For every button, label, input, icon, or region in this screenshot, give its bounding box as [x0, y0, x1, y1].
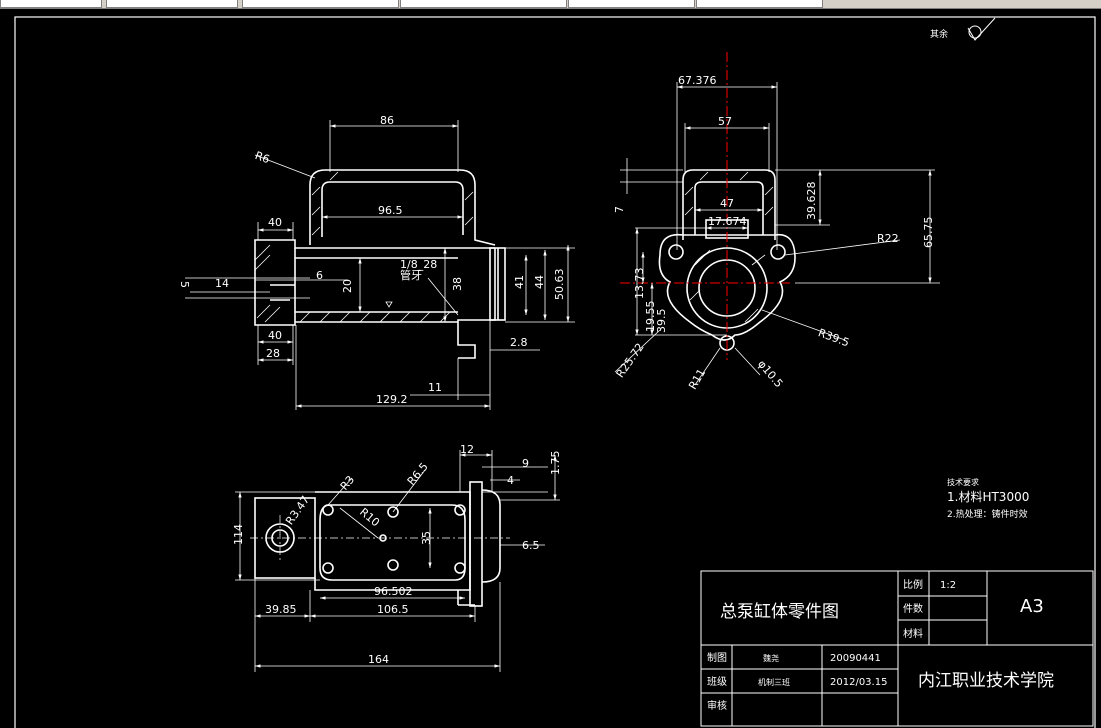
front-dimlines — [185, 120, 575, 410]
drawing-name: 总泵缸体零件图 — [720, 601, 839, 622]
dim-114: 114 — [232, 524, 245, 545]
roughness-note: 其余 — [930, 28, 948, 40]
dim-r39-5: R39.5 — [816, 326, 851, 349]
dim-39-85: 39.85 — [265, 603, 297, 616]
dim-5: 5 — [178, 281, 191, 288]
dim-96-5: 96.5 — [378, 204, 403, 217]
drafter-name: 魏尧 — [763, 653, 779, 663]
dim-14: 14 — [215, 277, 229, 290]
class-name: 机制三班 — [758, 677, 790, 687]
drafter-label: 制图 — [707, 651, 727, 664]
dim-9: 9 — [522, 457, 529, 470]
dim-47: 47 — [720, 197, 734, 210]
scale-label: 比例 — [903, 578, 923, 591]
dim-40b: 40 — [268, 329, 282, 342]
dim-r3: R3 — [338, 473, 357, 493]
material-label: 材料 — [903, 627, 923, 640]
dim-106-5: 106.5 — [377, 603, 409, 616]
dim-129-2: 129.2 — [376, 393, 408, 406]
dim-17-674: 17.674 — [708, 215, 747, 228]
front-view — [254, 169, 506, 359]
dim-20: 20 — [341, 279, 354, 293]
dim-pipe-label: 管牙 — [400, 268, 422, 282]
school-name: 内江职业技术学院 — [918, 671, 1054, 691]
pieces-label: 件数 — [903, 602, 923, 615]
dim-164: 164 — [368, 653, 389, 666]
roughness-icon — [385, 301, 393, 308]
title-block — [700, 570, 1094, 727]
dim-50-63: 50.63 — [553, 269, 566, 301]
roughness-symbol-icon — [967, 17, 996, 41]
dim-r10: R10 — [357, 505, 382, 529]
drawing-date: 2012/03.15 — [830, 677, 887, 688]
dim-35: 35 — [420, 531, 433, 545]
tech-req-title: 技术要求 — [947, 477, 979, 487]
dim-39-5: 39.5 — [655, 309, 668, 334]
dim-6: 6 — [316, 269, 323, 282]
side-hatch — [684, 171, 774, 323]
dim-r25-72: R25.72 — [614, 341, 647, 381]
dim-41: 41 — [513, 275, 526, 289]
dim-44: 44 — [533, 275, 546, 289]
dim-65-75: 65.75 — [922, 217, 935, 249]
drawing-frame — [14, 16, 1096, 728]
dim-phi10-5: φ10.5 — [755, 358, 785, 391]
dim-86: 86 — [380, 114, 394, 127]
tech-req-item-2: 2.热处理：铸件时效 — [947, 508, 1028, 520]
dim-96-502: 96.502 — [374, 585, 413, 598]
class-label: 班级 — [707, 676, 727, 688]
dim-7: 7 — [613, 206, 626, 213]
dim-4: 4 — [507, 474, 514, 487]
dim-28: 28 — [266, 347, 280, 360]
dim-6-5: 6.5 — [522, 539, 540, 552]
sheet-size: A3 — [1020, 596, 1044, 617]
dim-2-8: 2.8 — [510, 336, 528, 349]
dim-11: 11 — [428, 381, 442, 394]
dim-40a: 40 — [268, 216, 282, 229]
dim-12: 12 — [460, 443, 474, 456]
reviewer-label: 审核 — [707, 699, 727, 712]
tech-req-item-1: 1.材料HT3000 — [947, 490, 1029, 504]
drafter-id: 20090441 — [830, 653, 881, 664]
dim-57: 57 — [718, 115, 732, 128]
cad-drawing[interactable]: 86 R6 96.5 40 6 14 5 20 1/8_28 管牙 38 41 … — [0, 0, 1101, 728]
dim-r22: R22 — [877, 232, 899, 245]
dim-13-73: 13.73 — [633, 268, 646, 300]
dim-1-75: 1.75 — [549, 451, 562, 476]
dim-r6: R6 — [253, 149, 271, 166]
dim-67-376: 67.376 — [678, 74, 717, 87]
scale-value: 1:2 — [940, 580, 956, 591]
dim-r6-5: R6.5 — [405, 460, 431, 488]
dim-39-628: 39.628 — [805, 182, 818, 221]
dim-38: 38 — [451, 277, 464, 291]
